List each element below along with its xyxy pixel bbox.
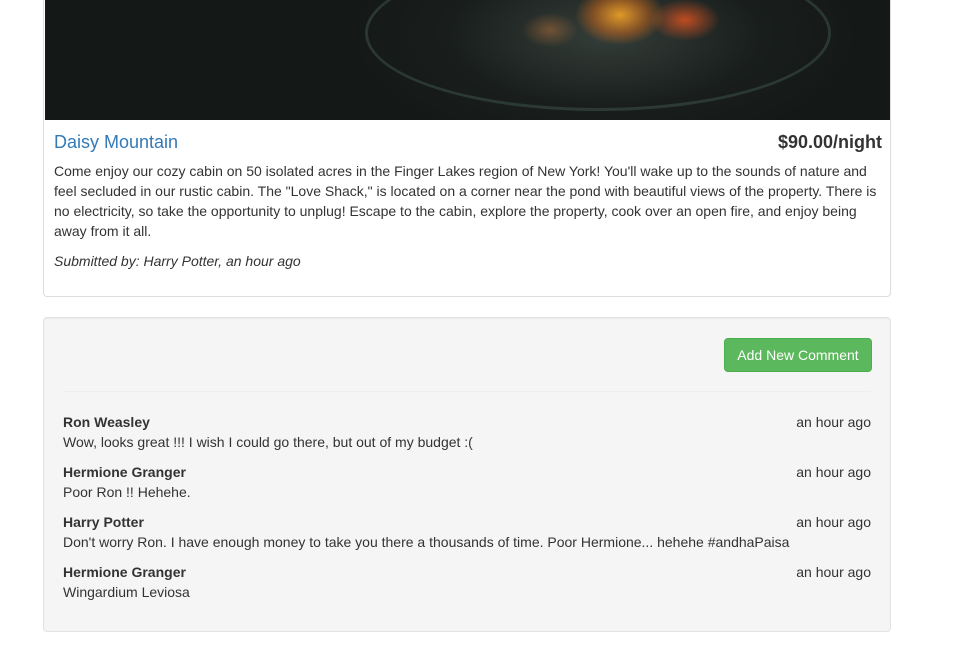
comment-author: Ron Weasley bbox=[63, 414, 150, 430]
comments-divider bbox=[63, 391, 871, 392]
comments-panel: Add New Comment Ron Weasley an hour ago … bbox=[43, 317, 891, 632]
comment-text: Wingardium Leviosa bbox=[63, 584, 190, 600]
comments-list: Ron Weasley an hour ago Wow, looks great… bbox=[63, 412, 871, 612]
comment-item: Hermione Granger an hour ago Poor Ron !!… bbox=[63, 462, 871, 512]
fire-pit-rim bbox=[365, 0, 831, 111]
comment-author: Harry Potter bbox=[63, 514, 144, 530]
comment-item: Ron Weasley an hour ago Wow, looks great… bbox=[63, 412, 871, 462]
comment-text: Don't worry Ron. I have enough money to … bbox=[63, 534, 790, 550]
campground-description: Come enjoy our cozy cabin on 50 isolated… bbox=[54, 163, 877, 239]
comment-text: Wow, looks great !!! I wish I could go t… bbox=[63, 434, 473, 450]
campground-price: $90.00/night bbox=[777, 132, 882, 152]
comment-time: an hour ago bbox=[796, 414, 871, 430]
add-new-comment-button[interactable]: Add New Comment bbox=[724, 338, 872, 372]
submitted-by: Submitted by: Harry Potter, an hour ago bbox=[54, 253, 301, 269]
comment-text: Poor Ron !! Hehehe. bbox=[63, 484, 191, 500]
campground-card: Daisy Mountain $90.00/night Come enjoy o… bbox=[43, 0, 891, 297]
comment-item: Harry Potter an hour ago Don't worry Ron… bbox=[63, 512, 871, 562]
comment-time: an hour ago bbox=[796, 464, 871, 480]
comment-author: Hermione Granger bbox=[63, 564, 186, 580]
comment-author: Hermione Granger bbox=[63, 464, 186, 480]
campground-image bbox=[45, 0, 890, 120]
comment-time: an hour ago bbox=[796, 514, 871, 530]
campground-name-link[interactable]: Daisy Mountain bbox=[54, 130, 178, 154]
comment-item: Hermione Granger an hour ago Wingardium … bbox=[63, 562, 871, 612]
comment-time: an hour ago bbox=[796, 564, 871, 580]
